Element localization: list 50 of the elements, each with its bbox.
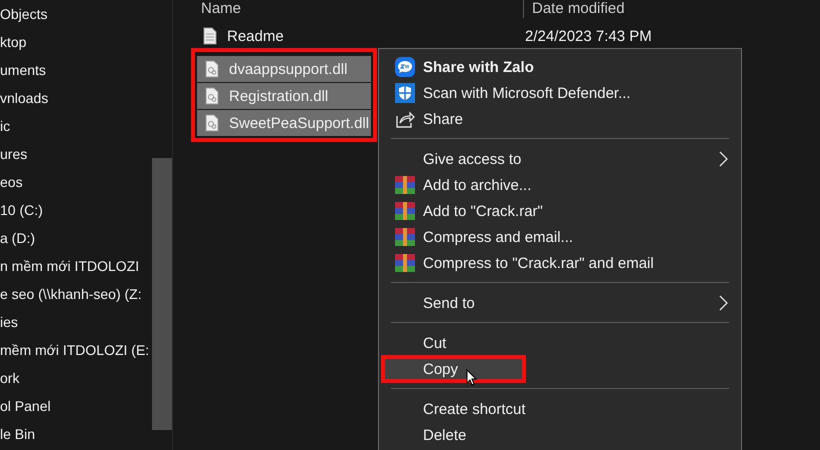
column-header[interactable]: Date modified: [523, 0, 625, 18]
file-row[interactable]: SweetPeaSupport.dll: [197, 110, 371, 136]
menu-item[interactable]: Share with Zalo: [382, 54, 738, 80]
menu-item[interactable]: Add to "Crack.rar": [382, 198, 738, 224]
settings-file-icon: [205, 60, 219, 78]
column-header[interactable]: Name: [173, 0, 523, 18]
nav-item[interactable]: le Bin: [0, 420, 152, 448]
nav-item[interactable]: ktop: [0, 28, 152, 56]
nav-item[interactable]: n mềm mới ITDOLOZI: [0, 252, 152, 280]
nav-item[interactable]: ol Panel: [0, 392, 152, 420]
books-icon: [395, 175, 415, 195]
mouse-pointer-icon: [466, 369, 477, 386]
file-row[interactable]: Registration.dll: [197, 83, 371, 109]
nav-item[interactable]: vnloads: [0, 84, 152, 112]
file-name[interactable]: Readme: [227, 28, 284, 44]
nav-item[interactable]: e seo (\\khanh-seo) (Z:: [0, 280, 152, 308]
nav-item[interactable]: mềm mới ITDOLOZI (E:: [0, 336, 152, 364]
settings-file-icon: [205, 114, 219, 132]
books-icon: [395, 253, 415, 273]
menu-item[interactable]: Delete: [382, 422, 738, 448]
menu-item[interactable]: Add to archive...: [382, 172, 738, 198]
menu-item[interactable]: Create shortcut: [382, 396, 738, 422]
menu-item[interactable]: Send to: [382, 290, 738, 316]
menu-item[interactable]: Scan with Microsoft Defender...: [382, 80, 738, 106]
chevron-right-icon: [719, 295, 728, 311]
menu-item[interactable]: Compress to "Crack.rar" and email: [382, 250, 738, 276]
chat-bubble-icon: [395, 57, 415, 77]
nav-item[interactable]: ies: [0, 308, 152, 336]
books-icon: [395, 201, 415, 221]
chevron-right-icon: [719, 151, 728, 167]
document-icon: [203, 27, 217, 45]
scrollbar-thumb[interactable]: [152, 158, 172, 430]
nav-item[interactable]: ures: [0, 140, 152, 168]
nav-item[interactable]: Objects: [0, 0, 152, 28]
settings-file-icon: [205, 87, 219, 105]
shield-icon: [395, 83, 415, 103]
menu-item[interactable]: Cut: [382, 330, 738, 356]
nav-item[interactable]: eos: [0, 168, 152, 196]
menu-item[interactable]: Give access to: [382, 146, 738, 172]
nav-item[interactable]: ic: [0, 112, 152, 140]
nav-item[interactable]: uments: [0, 56, 152, 84]
nav-item[interactable]: a (D:): [0, 224, 152, 252]
menu-item[interactable]: Share: [382, 106, 738, 132]
nav-item[interactable]: ork: [0, 364, 152, 392]
share-icon: [395, 110, 415, 128]
books-icon: [395, 227, 415, 247]
date-modified: 2/24/2023 7:43 PM: [525, 28, 652, 44]
menu-item[interactable]: Compress and email...: [382, 224, 738, 250]
file-row[interactable]: dvaappsupport.dll: [197, 56, 371, 82]
nav-item[interactable]: 10 (C:): [0, 196, 152, 224]
